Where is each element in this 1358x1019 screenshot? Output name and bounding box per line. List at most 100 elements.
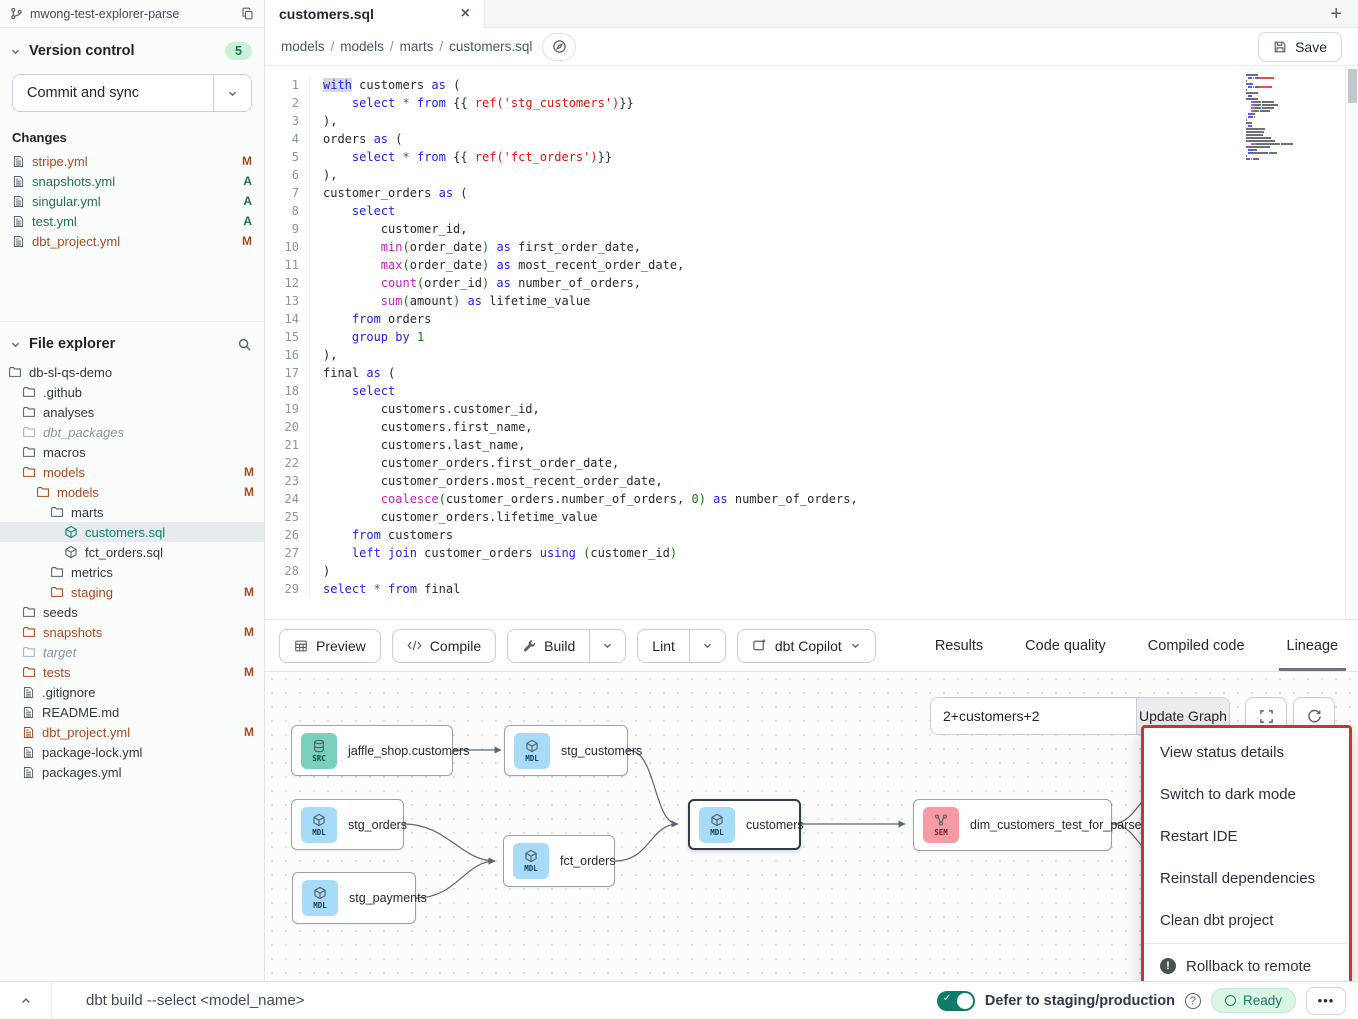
change-item[interactable]: stripe.ymlM	[0, 151, 264, 171]
code-line[interactable]: 8 select	[265, 202, 1344, 220]
menu-item-clean-dbt-project[interactable]: Clean dbt project	[1144, 899, 1349, 941]
commit-and-sync-button[interactable]: Commit and sync	[13, 75, 213, 111]
code-line[interactable]: 2 select * from {{ ref('stg_customers')}…	[265, 94, 1344, 112]
help-icon[interactable]: ?	[1185, 993, 1201, 1009]
code-line[interactable]: 13 sum(amount) as lifetime_value	[265, 292, 1344, 310]
tree-item-package-lock-yml[interactable]: package-lock.yml	[0, 742, 264, 762]
search-icon[interactable]	[237, 337, 252, 352]
breadcrumb-part[interactable]: marts	[400, 39, 434, 54]
build-button[interactable]: Build	[508, 630, 589, 662]
code-line[interactable]: 17final as (	[265, 364, 1344, 382]
minimap[interactable]	[1246, 74, 1332, 161]
lint-options-caret[interactable]	[689, 630, 725, 662]
lineage-node-stg-orders[interactable]: MDLstg_orders	[291, 799, 404, 850]
lineage-panel[interactable]: SRCjaffle_shop.customers MDLstg_customers…	[265, 672, 1358, 981]
branch-header[interactable]: mwong-test-explorer-parse	[0, 0, 264, 28]
tree-item-marts[interactable]: marts	[0, 502, 264, 522]
tree-item-fct-orders-sql[interactable]: fct_orders.sql	[0, 542, 264, 562]
menu-item-rollback-to-remote[interactable]: !Rollback to remote	[1144, 943, 1349, 981]
code-line[interactable]: 23 customer_orders.most_recent_order_dat…	[265, 472, 1344, 490]
lineage-node-stg-payments[interactable]: MDLstg_payments	[292, 872, 416, 924]
close-icon[interactable]: ×	[461, 6, 470, 22]
lineage-node-dim-customers-test-for-parse[interactable]: SEMdim_customers_test_for_parse	[913, 799, 1112, 851]
code-line[interactable]: 18 select	[265, 382, 1344, 400]
tree-item-staging[interactable]: stagingM	[0, 582, 264, 602]
code-line[interactable]: 10 min(order_date) as first_order_date,	[265, 238, 1344, 256]
change-item[interactable]: singular.ymlA	[0, 191, 264, 211]
code-line[interactable]: 5 select * from {{ ref('fct_orders')}}	[265, 148, 1344, 166]
tree-item-packages-yml[interactable]: packages.yml	[0, 762, 264, 782]
commit-options-caret[interactable]	[213, 75, 251, 111]
code-line[interactable]: 7customer_orders as (	[265, 184, 1344, 202]
tree-item-metrics[interactable]: metrics	[0, 562, 264, 582]
tree-item-macros[interactable]: macros	[0, 442, 264, 462]
copy-icon[interactable]	[241, 7, 254, 20]
status-badge[interactable]: Ready	[1211, 988, 1296, 1013]
defer-toggle[interactable]: ✓	[937, 991, 975, 1011]
code-line[interactable]: 25 customer_orders.lifetime_value	[265, 508, 1344, 526]
lint-button[interactable]: Lint	[638, 630, 689, 662]
breadcrumb-part[interactable]: models	[281, 39, 325, 54]
code-line[interactable]: 19 customers.customer_id,	[265, 400, 1344, 418]
tree-item-analyses[interactable]: analyses	[0, 402, 264, 422]
tree-item-customers-sql[interactable]: customers.sql	[0, 522, 264, 542]
lineage-selector-input[interactable]	[931, 698, 1136, 734]
code-line[interactable]: 3),	[265, 112, 1344, 130]
editor-scrollbar[interactable]	[1345, 66, 1358, 619]
lineage-node-stg-customers[interactable]: MDLstg_customers	[504, 725, 628, 776]
code-line[interactable]: 22 customer_orders.first_order_date,	[265, 454, 1344, 472]
code-line[interactable]: 6),	[265, 166, 1344, 184]
menu-item-reinstall-dependencies[interactable]: Reinstall dependencies	[1144, 857, 1349, 899]
expand-command-bar-button[interactable]	[0, 982, 52, 1019]
tree-item-target[interactable]: target	[0, 642, 264, 662]
lineage-node-jaffle-shop-customers[interactable]: SRCjaffle_shop.customers	[291, 725, 453, 776]
tree-item-seeds[interactable]: seeds	[0, 602, 264, 622]
tree-item-dbt-packages[interactable]: dbt_packages	[0, 422, 264, 442]
tree-item--github[interactable]: .github	[0, 382, 264, 402]
code-line[interactable]: 27 left join customer_orders using (cust…	[265, 544, 1344, 562]
code-line[interactable]: 12 count(order_id) as number_of_orders,	[265, 274, 1344, 292]
menu-item-switch-to-dark-mode[interactable]: Switch to dark mode	[1144, 773, 1349, 815]
tree-item-models[interactable]: modelsM	[0, 482, 264, 502]
code-line[interactable]: 28)	[265, 562, 1344, 580]
open-in-explorer-button[interactable]	[542, 33, 576, 61]
tree-item--gitignore[interactable]: .gitignore	[0, 682, 264, 702]
code-line[interactable]: 15 group by 1	[265, 328, 1344, 346]
more-options-button[interactable]: •••	[1306, 987, 1346, 1015]
preview-button[interactable]: Preview	[279, 629, 381, 663]
lineage-node-customers[interactable]: MDLcustomers	[688, 799, 801, 850]
tab-results[interactable]: Results	[933, 620, 985, 671]
code-line[interactable]: 14 from orders	[265, 310, 1344, 328]
tab-lineage[interactable]: Lineage	[1285, 620, 1341, 671]
tab-compiled-code[interactable]: Compiled code	[1146, 620, 1247, 671]
code-line[interactable]: 29select * from final	[265, 580, 1344, 598]
dbt-copilot-button[interactable]: dbt Copilot	[737, 629, 876, 663]
scrollbar-thumb[interactable]	[1348, 69, 1357, 103]
change-item[interactable]: snapshots.ymlA	[0, 171, 264, 191]
tree-item-snapshots[interactable]: snapshotsM	[0, 622, 264, 642]
code-line[interactable]: 21 customers.last_name,	[265, 436, 1344, 454]
menu-item-restart-ide[interactable]: Restart IDE	[1144, 815, 1349, 857]
file-explorer-header[interactable]: File explorer	[0, 322, 264, 362]
code-line[interactable]: 20 customers.first_name,	[265, 418, 1344, 436]
new-tab-button[interactable]: +	[1330, 4, 1342, 24]
breadcrumb-part[interactable]: models	[340, 39, 384, 54]
code-line[interactable]: 4orders as (	[265, 130, 1344, 148]
version-control-header[interactable]: Version control 5	[0, 28, 264, 70]
code-line[interactable]: 24 coalesce(customer_orders.number_of_or…	[265, 490, 1344, 508]
code-line[interactable]: 16),	[265, 346, 1344, 364]
tree-item-readme-md[interactable]: README.md	[0, 702, 264, 722]
lineage-node-fct-orders[interactable]: MDLfct_orders	[503, 835, 615, 887]
compile-button[interactable]: Compile	[392, 629, 496, 663]
code-line[interactable]: 9 customer_id,	[265, 220, 1344, 238]
menu-item-view-status-details[interactable]: View status details	[1144, 731, 1349, 773]
tree-item-dbt-project-yml[interactable]: dbt_project.ymlM	[0, 722, 264, 742]
code-line[interactable]: 1with customers as (	[265, 76, 1344, 94]
change-item[interactable]: dbt_project.ymlM	[0, 231, 264, 251]
code-line[interactable]: 11 max(order_date) as most_recent_order_…	[265, 256, 1344, 274]
tree-item-tests[interactable]: testsM	[0, 662, 264, 682]
save-button[interactable]: Save	[1258, 32, 1342, 62]
code-editor[interactable]: 1with customers as (2 select * from {{ r…	[265, 66, 1358, 620]
command-input[interactable]: dbt build --select <model_name>	[52, 992, 304, 1009]
build-options-caret[interactable]	[589, 630, 625, 662]
